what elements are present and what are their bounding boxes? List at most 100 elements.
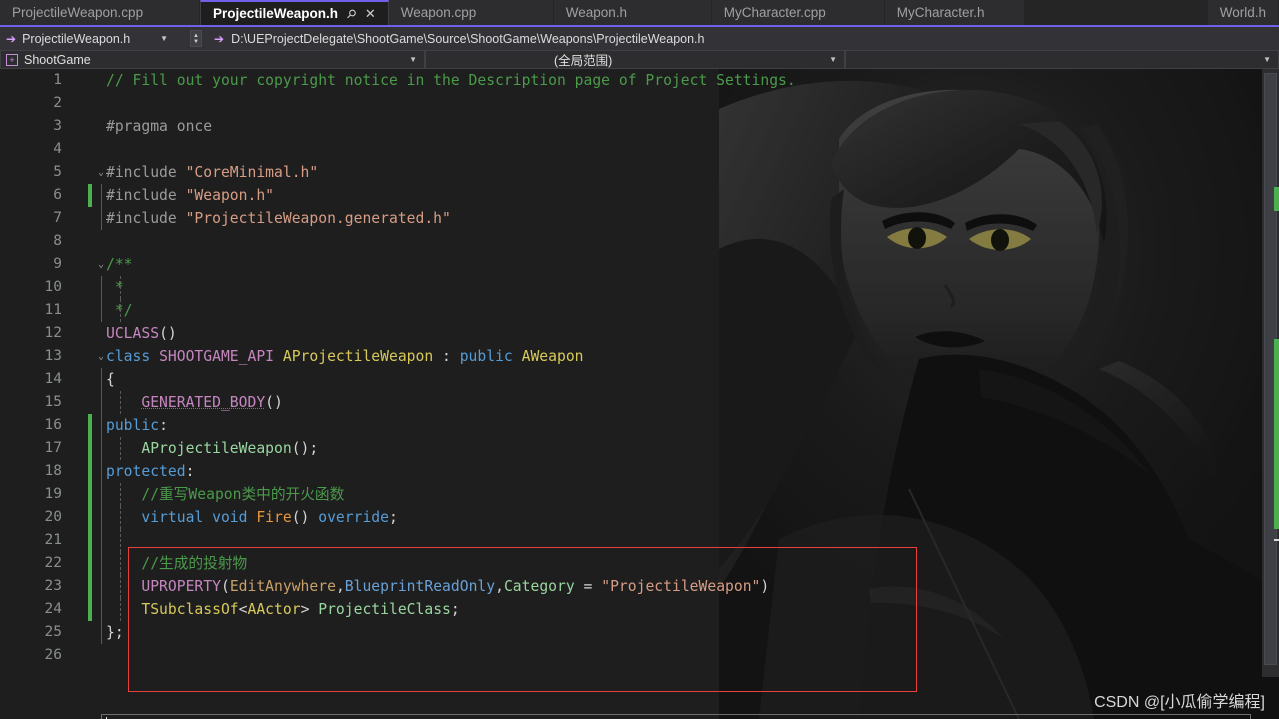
code-line[interactable]: 20 virtual void Fire() override;: [0, 506, 1279, 529]
indent-guide: [101, 368, 102, 391]
line-number: 8: [53, 233, 62, 249]
indent-guide: [101, 552, 102, 575]
code-line[interactable]: 18 protected:: [0, 460, 1279, 483]
code-token: ,: [335, 578, 345, 595]
code-line[interactable]: 17 AProjectileWeapon();: [0, 437, 1279, 460]
editor-tab-3[interactable]: Weapon.cpp: [388, 0, 554, 25]
line-change-bar: [88, 575, 92, 598]
code-token: "CoreMinimal.h": [185, 164, 319, 181]
code-line[interactable]: 2: [0, 92, 1279, 115]
navbar-file-dropdown[interactable]: ➔ ProjectileWeapon.h ▼: [0, 27, 190, 50]
line-number: 9: [53, 256, 62, 272]
chevron-down-icon[interactable]: ▼: [409, 55, 417, 64]
navbar-file-name: ProjectileWeapon.h: [22, 31, 131, 46]
indent-guide: [101, 184, 102, 207]
code-line[interactable]: 10 *: [0, 276, 1279, 299]
code-text: //重写Weapon类中的开火函数: [106, 483, 344, 506]
line-number: 22: [44, 555, 62, 571]
navbar-spinner[interactable]: ▲ ▼: [190, 30, 202, 47]
indent-guide: [101, 621, 102, 644]
code-token: ;: [389, 509, 398, 526]
code-token: ): [760, 578, 770, 595]
code-token: ,: [495, 578, 504, 595]
line-number: 1: [53, 72, 62, 88]
code-line[interactable]: 9 ⌄/**: [0, 253, 1279, 276]
code-line[interactable]: 19 //重写Weapon类中的开火函数: [0, 483, 1279, 506]
line-number: 15: [44, 394, 62, 410]
navbar-file-path[interactable]: ➔ D:\UEProjectDelegate\ShootGame\Source\…: [214, 32, 704, 46]
line-change-bar: [88, 506, 92, 529]
code-line[interactable]: 7 #include "ProjectileWeapon.generated.h": [0, 207, 1279, 230]
code-token: virtual: [141, 509, 213, 526]
code-token: public: [106, 417, 160, 434]
code-line[interactable]: 3 #pragma once: [0, 115, 1279, 138]
code-editor[interactable]: 1 // Fill out your copyright notice in th…: [0, 69, 1279, 719]
line-change-bar: [88, 184, 92, 207]
code-line[interactable]: 22 //生成的投射物: [0, 552, 1279, 575]
code-line[interactable]: 16 public:: [0, 414, 1279, 437]
code-line[interactable]: 4: [0, 138, 1279, 161]
code-token: *: [106, 279, 124, 296]
code-text: */: [106, 299, 133, 322]
code-line[interactable]: 6 #include "Weapon.h": [0, 184, 1279, 207]
code-line[interactable]: 8: [0, 230, 1279, 253]
code-token: :: [159, 417, 168, 434]
editor-tab-bar: ProjectileWeapon.cpp ProjectileWeapon.h ⚲ ✕…: [0, 0, 1279, 25]
code-line[interactable]: 21: [0, 529, 1279, 552]
indent-guide: [101, 598, 102, 621]
code-token: public: [459, 348, 522, 365]
editor-tab-2[interactable]: ProjectileWeapon.h ⚲ ✕: [200, 0, 389, 25]
code-token: Fire: [256, 509, 292, 526]
code-line[interactable]: 14 {: [0, 368, 1279, 391]
editor-tab-5[interactable]: MyCharacter.cpp: [711, 0, 885, 25]
code-token: GENERATED_BODY: [141, 394, 266, 411]
code-token: ProjectileClass: [318, 601, 451, 618]
code-token: Category: [503, 578, 575, 595]
code-line[interactable]: 23 UPROPERTY(EditAnywhere,BlueprintReadO…: [0, 575, 1279, 598]
tab-label: Weapon.h: [565, 5, 628, 20]
pin-icon[interactable]: ⚲: [343, 5, 359, 21]
editor-tab-4[interactable]: Weapon.h: [553, 0, 712, 25]
code-line[interactable]: 1 // Fill out your copyright notice in th…: [0, 69, 1279, 92]
scope-member-label: (全局范围): [554, 54, 613, 68]
code-token: protected: [106, 463, 186, 480]
code-token: "Weapon.h": [185, 187, 275, 204]
scope-extra-dropdown[interactable]: ▼: [845, 50, 1279, 69]
code-token: UPROPERTY: [141, 578, 221, 595]
code-text: UPROPERTY(EditAnywhere,BlueprintReadOnly…: [106, 575, 769, 598]
editor-tab-6[interactable]: MyCharacter.h: [884, 0, 1025, 25]
code-line[interactable]: 26: [0, 644, 1279, 667]
fold-toggle-icon[interactable]: ⌄: [96, 161, 106, 184]
code-token: // Fill out your copyright notice in the…: [106, 72, 796, 89]
code-line[interactable]: 15 GENERATED_BODY(): [0, 391, 1279, 414]
line-number: 19: [44, 486, 62, 502]
indent-guide: [101, 506, 102, 529]
code-token: (): [159, 325, 177, 342]
indent-guide: [101, 460, 102, 483]
editor-tab-7[interactable]: World.h: [1207, 0, 1279, 25]
editor-tab-1[interactable]: ProjectileWeapon.cpp: [0, 0, 200, 25]
scope-project-dropdown[interactable]: + ShootGame ▼: [0, 50, 425, 69]
tab-label: Weapon.cpp: [400, 5, 477, 20]
close-icon[interactable]: ✕: [365, 7, 376, 20]
code-line[interactable]: 25};: [0, 621, 1279, 644]
fold-toggle-icon[interactable]: ⌄: [96, 253, 106, 276]
code-line[interactable]: 24 TSubclassOf<AActor> ProjectileClass;: [0, 598, 1279, 621]
fold-toggle-icon[interactable]: ⌄: [96, 345, 106, 368]
scope-member-dropdown[interactable]: (全局范围) ▼: [425, 50, 845, 69]
vertical-scrollbar[interactable]: [1262, 69, 1279, 677]
code-token: :: [433, 348, 460, 365]
code-line[interactable]: 5 ⌄ #include "CoreMinimal.h": [0, 161, 1279, 184]
chevron-down-icon[interactable]: ▼: [1263, 55, 1271, 64]
code-line[interactable]: 13 ⌄ class SHOOTGAME_API AProjectileWeapon…: [0, 345, 1279, 368]
scope-project-label: ShootGame: [24, 52, 91, 67]
code-lines-container[interactable]: 1 // Fill out your copyright notice in th…: [0, 69, 1279, 719]
chevron-down-icon[interactable]: ▼: [160, 34, 168, 43]
code-line[interactable]: 11 */: [0, 299, 1279, 322]
code-token: };: [106, 624, 124, 641]
code-line[interactable]: 12 UCLASS(): [0, 322, 1279, 345]
chevron-down-icon[interactable]: ▼: [829, 55, 837, 64]
tab-label: ProjectileWeapon.h: [213, 6, 339, 21]
